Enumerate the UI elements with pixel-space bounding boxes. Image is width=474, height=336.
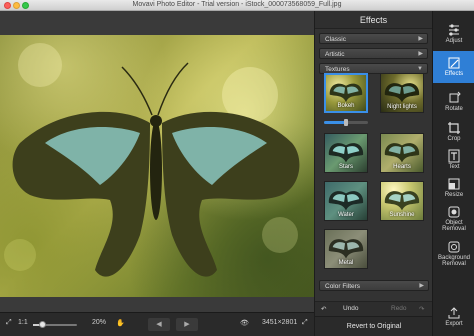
- export-icon: [448, 307, 460, 319]
- image-dimensions: 3451×2801: [262, 319, 298, 326]
- tool-text[interactable]: Text: [433, 145, 474, 175]
- effect-label: Night lights: [387, 104, 417, 110]
- resize-icon: [448, 178, 460, 190]
- previous-image-button[interactable]: ◀: [148, 318, 170, 331]
- tool-export[interactable]: Export: [433, 303, 474, 333]
- window-title: Movavi Photo Editor - Trial version - iS…: [132, 1, 342, 8]
- effect-night-lights[interactable]: Night lights: [380, 73, 424, 113]
- tool-resize[interactable]: Resize: [433, 173, 474, 203]
- tool-rotate[interactable]: Rotate: [433, 87, 474, 117]
- zoom-slider[interactable]: [33, 321, 77, 328]
- effects-panel: Effects Classic ▶ Artistic ▶ Textures ▼ …: [314, 11, 433, 336]
- redo-button[interactable]: Redo: [391, 305, 407, 312]
- tool-crop[interactable]: Crop: [433, 117, 474, 147]
- tool-label: Background Removal: [437, 255, 471, 267]
- compare-eye-icon[interactable]: 👁: [240, 319, 249, 327]
- text-icon: [448, 149, 460, 163]
- effect-metal[interactable]: Metal: [324, 229, 368, 269]
- chevron-right-icon: ▶: [418, 36, 423, 42]
- undo-redo-bar: ↶ Undo Redo ↷: [315, 301, 433, 316]
- chevron-right-icon: ▶: [418, 51, 423, 57]
- category-label: Textures: [325, 66, 350, 73]
- effect-stars[interactable]: Stars: [324, 133, 368, 173]
- zoom-slider-knob[interactable]: [38, 321, 46, 328]
- effect-label: Metal: [338, 260, 354, 266]
- category-label: Artistic: [325, 51, 345, 58]
- zoom-level: 20%: [92, 319, 107, 326]
- effect-water[interactable]: Water: [324, 181, 368, 221]
- bottom-toolbar: ⤢ 1:1 20% ✋ ◀ ▶ 👁 3451×2801 ⤢: [0, 312, 314, 336]
- photo[interactable]: [0, 35, 314, 297]
- revert-to-original-button[interactable]: Revert to Original: [315, 316, 433, 336]
- panel-title: Effects: [315, 11, 432, 29]
- tool-label: Text: [448, 164, 460, 170]
- category-label: Classic: [325, 36, 346, 43]
- crop-icon: [448, 122, 460, 134]
- redo-icon[interactable]: ↷: [419, 305, 424, 313]
- eraser-icon: [448, 206, 460, 218]
- fit-screen-icon[interactable]: ⤢: [6, 319, 12, 327]
- butterfly-image: [4, 43, 300, 277]
- title-bar: Movavi Photo Editor - Trial version - iS…: [0, 0, 474, 11]
- sliders-icon: [449, 24, 459, 36]
- tool-effects[interactable]: Effects: [433, 51, 474, 83]
- effect-intensity-slider[interactable]: [324, 119, 368, 126]
- effect-hearts[interactable]: Hearts: [380, 133, 424, 173]
- next-image-button[interactable]: ▶: [176, 318, 198, 331]
- rotate-icon: [449, 91, 461, 103]
- intensity-knob[interactable]: [344, 119, 348, 126]
- category-classic[interactable]: Classic ▶: [319, 33, 428, 44]
- tool-label: Resize: [444, 192, 464, 198]
- tool-label: Rotate: [445, 106, 463, 112]
- tool-label: Object Removal: [442, 220, 466, 232]
- category-color-filters[interactable]: Color Filters ▶: [319, 280, 429, 291]
- fullscreen-icon[interactable]: ⤢: [302, 319, 308, 327]
- tool-background-removal[interactable]: Background Removal: [433, 236, 474, 272]
- tool-adjust[interactable]: Adjust: [433, 19, 474, 49]
- actual-size-button[interactable]: 1:1: [18, 319, 28, 326]
- tool-label: Effects: [444, 71, 464, 77]
- effect-label: Sunshine: [389, 212, 415, 218]
- chevron-right-icon: ▶: [419, 283, 424, 289]
- category-label: Color Filters: [325, 283, 361, 290]
- effect-label: Stars: [338, 164, 353, 170]
- tool-label: Export: [445, 321, 463, 327]
- image-canvas[interactable]: [0, 11, 314, 312]
- hand-tool-icon[interactable]: ✋: [116, 319, 125, 327]
- effect-label: Bokeh: [337, 103, 355, 109]
- tool-label: Adjust: [445, 38, 463, 44]
- tool-label: Crop: [447, 136, 461, 142]
- magic-wand-icon: [448, 57, 460, 69]
- tools-sidebar: Adjust Effects Rotate Crop Text Resize O…: [432, 11, 474, 336]
- intensity-fill: [324, 121, 346, 124]
- undo-button[interactable]: Undo: [343, 305, 359, 312]
- effect-label: Water: [338, 212, 354, 218]
- effect-sunshine[interactable]: Sunshine: [380, 181, 424, 221]
- background-removal-icon: [448, 241, 460, 253]
- effect-label: Hearts: [393, 164, 411, 170]
- undo-icon[interactable]: ↶: [321, 305, 326, 313]
- effect-bokeh[interactable]: Bokeh: [324, 73, 368, 113]
- category-artistic[interactable]: Artistic ▶: [319, 48, 428, 59]
- tool-object-removal[interactable]: Object Removal: [433, 201, 474, 235]
